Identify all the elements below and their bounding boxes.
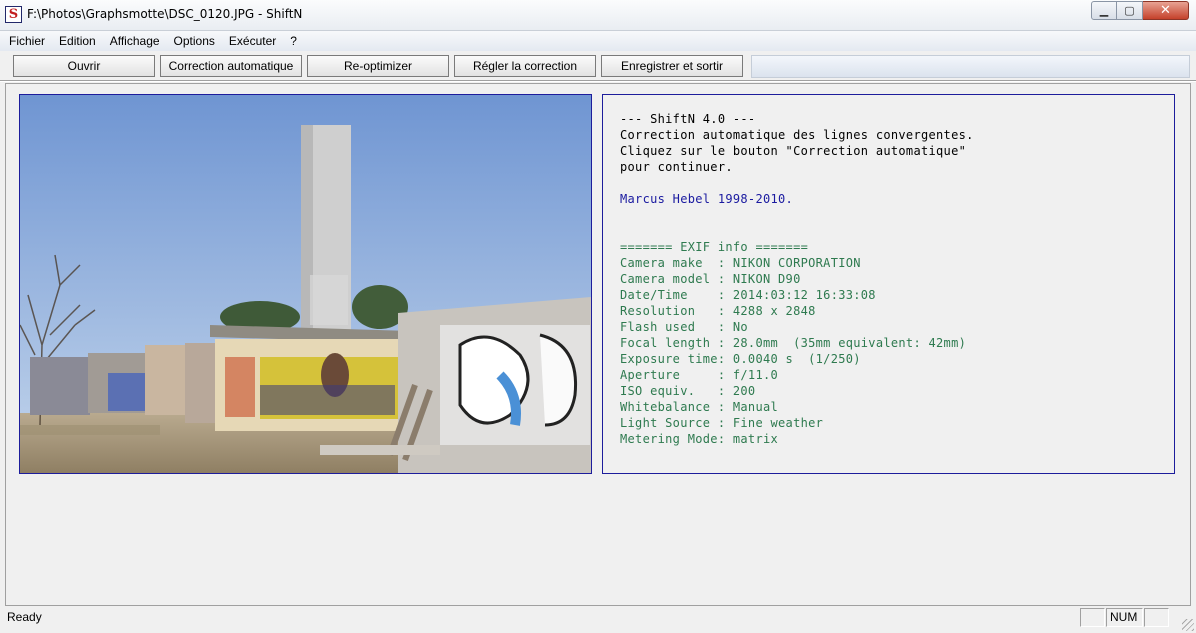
exif-line: Camera model : NIKON D90 xyxy=(620,272,801,286)
close-icon: ✕ xyxy=(1160,3,1171,18)
info-blank-line xyxy=(620,223,1174,239)
toolbar-separator xyxy=(0,80,1196,82)
window-controls: ▁ ▢ ✕ xyxy=(1091,1,1189,20)
menu-options[interactable]: Options xyxy=(167,31,222,51)
minimize-button[interactable]: ▁ xyxy=(1091,1,1117,20)
menu-bar: Fichier Edition Affichage Options Exécut… xyxy=(0,31,1196,51)
info-author-line: Marcus Hebel 1998-2010. xyxy=(620,192,794,206)
menu-help[interactable]: ? xyxy=(283,31,304,51)
reoptimize-button[interactable]: Re-optimizer xyxy=(307,55,449,77)
info-panel: --- ShiftN 4.0 --- Correction automatiqu… xyxy=(602,94,1175,474)
menu-fichier[interactable]: Fichier xyxy=(2,31,52,51)
info-header-line: --- ShiftN 4.0 --- xyxy=(620,112,756,126)
title-bar[interactable]: S F:\Photos\Graphsmotte\DSC_0120.JPG - S… xyxy=(0,0,1196,31)
exif-line: Resolution : 4288 x 2848 xyxy=(620,304,816,318)
menu-executer[interactable]: Exécuter xyxy=(222,31,283,51)
info-instruction-line: pour continuer. xyxy=(620,160,733,174)
maximize-button[interactable]: ▢ xyxy=(1117,1,1143,20)
menu-edition[interactable]: Edition xyxy=(52,31,103,51)
adjust-correction-button[interactable]: Régler la correction xyxy=(454,55,596,77)
maximize-icon: ▢ xyxy=(1124,4,1135,17)
close-button[interactable]: ✕ xyxy=(1143,1,1189,20)
exif-line: ISO equiv. : 200 xyxy=(620,384,756,398)
photo-preview[interactable] xyxy=(19,94,592,474)
status-text: Ready xyxy=(7,610,42,624)
status-bar: Ready NUM xyxy=(0,606,1196,633)
exif-line: Aperture : f/11.0 xyxy=(620,368,779,382)
photo-image xyxy=(20,95,591,473)
exif-line: Camera make : NIKON CORPORATION xyxy=(620,256,861,270)
exif-line: Exposure time: 0.0040 s (1/250) xyxy=(620,352,861,366)
status-pane-num: NUM xyxy=(1106,608,1143,627)
exif-line: Flash used : No xyxy=(620,320,748,334)
exif-line: Focal length : 28.0mm (35mm equivalent: … xyxy=(620,336,967,350)
status-pane-caps xyxy=(1080,608,1105,627)
toolbar-empty-area xyxy=(751,55,1190,78)
exif-line: Whitebalance : Manual xyxy=(620,400,779,414)
exif-line: Metering Mode: matrix xyxy=(620,432,779,446)
open-button[interactable]: Ouvrir xyxy=(13,55,155,77)
toolbar: Ouvrir Correction automatique Re-optimiz… xyxy=(0,52,1196,80)
status-pane-scroll xyxy=(1144,608,1169,627)
auto-correct-button[interactable]: Correction automatique xyxy=(160,55,302,77)
menu-affichage[interactable]: Affichage xyxy=(103,31,167,51)
info-description-line: Correction automatique des lignes conver… xyxy=(620,128,974,142)
info-blank-line xyxy=(620,175,1174,191)
info-blank-line xyxy=(620,207,1174,223)
exif-line: Date/Time : 2014:03:12 16:33:08 xyxy=(620,288,876,302)
num-lock-indicator: NUM xyxy=(1110,610,1138,624)
minimize-icon: ▁ xyxy=(1099,4,1109,17)
resize-grip-icon[interactable] xyxy=(1182,619,1194,631)
info-instruction-line: Cliquez sur le bouton "Correction automa… xyxy=(620,144,967,158)
window-title: F:\Photos\Graphsmotte\DSC_0120.JPG - Shi… xyxy=(27,7,303,21)
exif-line: Light Source : Fine weather xyxy=(620,416,824,430)
shiftn-app-icon[interactable]: S xyxy=(5,6,22,23)
exif-header-line: ======= EXIF info ======= xyxy=(620,240,809,254)
save-exit-button[interactable]: Enregistrer et sortir xyxy=(601,55,743,77)
